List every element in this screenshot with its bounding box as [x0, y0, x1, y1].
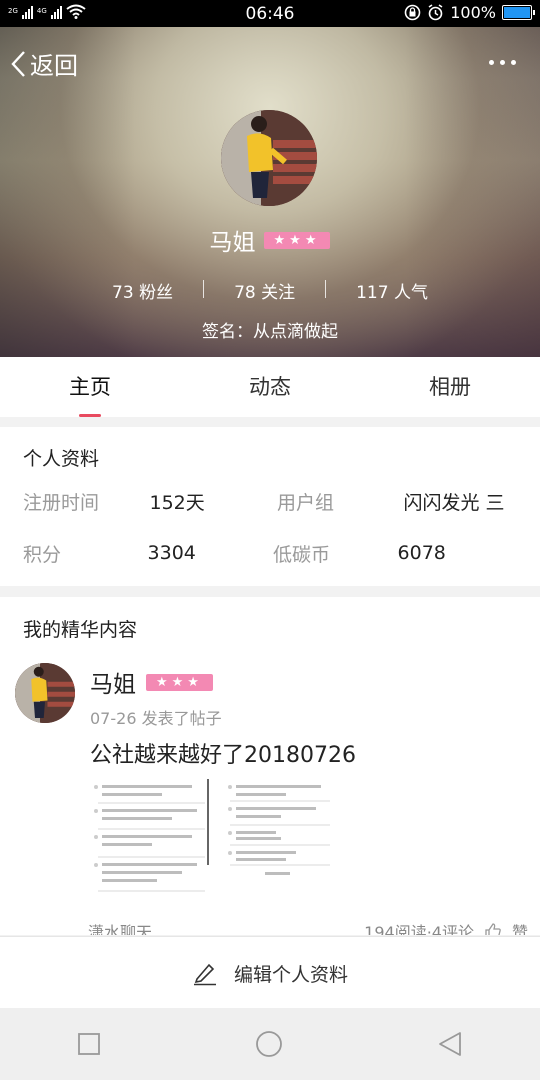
popularity-label: 人气 [393, 283, 428, 303]
post-stats: 194阅读·4评论 [364, 923, 474, 935]
chevron-left-icon [11, 50, 25, 77]
avatar[interactable] [221, 110, 317, 206]
rotation-lock-icon [404, 4, 421, 21]
status-bar: 2G 4G 06:46 100% [0, 0, 540, 27]
post-screenshot-thumbnail [90, 779, 335, 899]
fans-stat[interactable]: 73 粉丝 [82, 278, 203, 303]
battery-percent: 100% [450, 3, 496, 22]
carbon-coin-value: 6078 [397, 542, 446, 564]
avatar-photo [15, 663, 75, 723]
popularity-stat: 117 人气 [326, 278, 458, 303]
profile-info-grid: 注册时间 152天 用户组 闪闪发光 三 积分 3304 低碳币 6078 [23, 475, 523, 579]
carbon-coin-label: 低碳币 [273, 543, 331, 566]
profile-info-title: 个人资料 [23, 448, 100, 470]
post-title[interactable]: 公社越来越好了20180726 [90, 737, 356, 769]
post-author: 马姐 ★★★ [90, 665, 213, 699]
info-row: 注册时间 152天 用户组 闪闪发光 三 [23, 475, 523, 527]
points-value: 3304 [147, 542, 196, 564]
avatar-photo [221, 110, 317, 206]
user-name-row: 马姐 ★★★ [0, 223, 540, 257]
user-group-label: 用户组 [276, 491, 334, 514]
pencil-icon [193, 963, 216, 986]
following-count: 78 [234, 283, 256, 303]
edit-profile-label: 编辑个人资料 [233, 963, 348, 986]
back-label: 返回 [30, 52, 78, 80]
recent-apps-icon[interactable] [77, 1032, 101, 1056]
profile-tabs: 主页 动态 相册 [0, 357, 540, 417]
register-time-value: 152天 [149, 491, 205, 514]
system-nav-bar [0, 1008, 540, 1080]
tab-home[interactable]: 主页 [0, 357, 180, 417]
more-options-icon[interactable] [489, 60, 516, 65]
back-button[interactable]: 返回 [10, 46, 78, 81]
signature: 签名：从点滴做起 [202, 322, 338, 342]
alarm-icon [428, 4, 443, 21]
following-label: 关注 [261, 283, 296, 303]
user-stats: 73 粉丝 78 关注 117 人气 [0, 278, 540, 303]
popularity-count: 117 [356, 283, 389, 303]
post-author-name[interactable]: 马姐 [90, 665, 136, 699]
post-meta: 07-26 发表了帖子 [90, 709, 222, 728]
back-nav-icon[interactable] [437, 1031, 463, 1057]
points-label: 积分 [23, 543, 62, 566]
thumbs-up-icon[interactable] [484, 922, 502, 935]
edit-profile-button[interactable]: 编辑个人资料 [0, 936, 540, 1009]
post-stats-row: 194阅读·4评论 赞 [364, 919, 528, 935]
tab-album[interactable]: 相册 [360, 357, 540, 417]
like-label[interactable]: 赞 [512, 919, 528, 935]
following-stat[interactable]: 78 关注 [204, 278, 325, 303]
post-image[interactable] [90, 779, 335, 899]
star-badge: ★★★ [263, 231, 331, 249]
profile-info-card: 个人资料 注册时间 152天 用户组 闪闪发光 三 积分 3304 低碳币 60… [0, 427, 540, 586]
user-group-value: 闪闪发光 三 [403, 491, 505, 514]
fans-label: 粉丝 [139, 283, 174, 303]
post-author-avatar[interactable] [15, 663, 75, 723]
post-board[interactable]: 潇水聊天 [88, 919, 152, 935]
featured-content-card: 我的精华内容 马姐 ★★★ 07-26 发表了帖子 公社越来越好了2018072… [0, 597, 540, 935]
tab-activity[interactable]: 动态 [180, 357, 360, 417]
fans-count: 73 [112, 283, 134, 303]
user-name: 马姐 [209, 230, 256, 256]
info-row: 积分 3304 低碳币 6078 [23, 527, 523, 579]
star-badge: ★★★ [146, 673, 213, 691]
home-icon[interactable] [255, 1030, 283, 1058]
battery-icon [502, 5, 535, 20]
register-time-label: 注册时间 [23, 491, 100, 514]
profile-header: 2G 4G 06:46 100% 返回 马姐 ★★★ 73 粉丝 78 关注 1… [0, 0, 540, 357]
featured-title: 我的精华内容 [23, 619, 138, 641]
